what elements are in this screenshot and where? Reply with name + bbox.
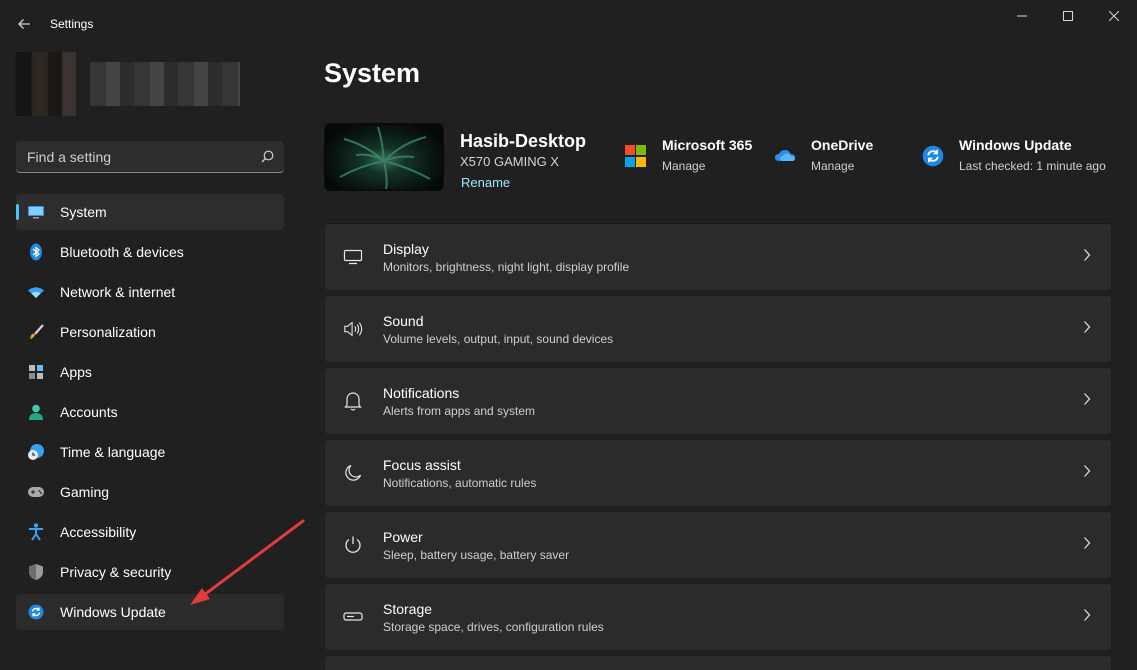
card-subtitle: Notifications, automatic rules xyxy=(383,475,537,490)
brush-icon xyxy=(27,323,45,341)
settings-card-power[interactable]: Power Sleep, battery usage, battery save… xyxy=(324,511,1112,579)
settings-card-focus-assist[interactable]: Focus assist Notifications, automatic ru… xyxy=(324,439,1112,507)
sidebar-item-network-internet[interactable]: Network & internet xyxy=(16,274,284,310)
chevron-right-icon xyxy=(1083,320,1091,337)
back-button[interactable] xyxy=(9,9,39,39)
card-subtitle: Volume levels, output, input, sound devi… xyxy=(383,331,614,346)
sidebar-item-system[interactable]: System xyxy=(16,194,284,230)
person-icon xyxy=(27,403,45,421)
update-icon xyxy=(922,145,944,167)
maximize-icon xyxy=(1063,11,1073,21)
minimize-button[interactable] xyxy=(999,0,1045,32)
chevron-right-icon xyxy=(1083,536,1091,553)
accessibility-icon xyxy=(27,523,45,541)
sidebar-item-label: Network & internet xyxy=(60,284,176,300)
quick-link-subtitle: Last checked: 1 minute ago xyxy=(959,159,1106,173)
search-icon[interactable] xyxy=(261,150,274,163)
profile-name-redacted xyxy=(90,62,240,106)
annotation-arrow-icon xyxy=(190,519,305,605)
settings-card-display[interactable]: Display Monitors, brightness, night ligh… xyxy=(324,223,1112,291)
moon-icon xyxy=(343,463,363,483)
card-subtitle: Storage space, drives, configuration rul… xyxy=(383,619,604,634)
arrow-left-icon xyxy=(18,19,30,29)
sidebar-item-apps[interactable]: Apps xyxy=(16,354,284,390)
page-title: System xyxy=(324,58,421,88)
chevron-right-icon xyxy=(1083,248,1091,265)
sidebar-item-label: Accounts xyxy=(60,404,118,420)
clock-globe-icon xyxy=(27,443,45,461)
settings-card-storage[interactable]: Storage Storage space, drives, configura… xyxy=(324,583,1112,651)
settings-card-notifications[interactable]: Notifications Alerts from apps and syste… xyxy=(324,367,1112,435)
close-button[interactable] xyxy=(1091,0,1137,32)
card-title: Notifications xyxy=(383,384,460,401)
card-title: Focus assist xyxy=(383,456,461,473)
quick-link-windows-update[interactable]: Windows Update Last checked: 1 minute ag… xyxy=(922,137,1106,173)
card-title: Display xyxy=(383,240,429,257)
sidebar-item-label: Personalization xyxy=(60,324,156,340)
sidebar-item-label: Gaming xyxy=(60,484,110,500)
chevron-right-icon xyxy=(1083,392,1091,409)
device-name: Hasib-Desktop xyxy=(460,131,587,151)
bluetooth-icon xyxy=(27,243,45,261)
sidebar-item-label: Privacy & security xyxy=(60,564,172,580)
shield-icon xyxy=(27,563,45,581)
quick-link-title: OneDrive xyxy=(811,137,874,153)
quick-link-title: Microsoft 365 xyxy=(662,137,753,153)
sidebar-item-label: Accessibility xyxy=(60,524,137,540)
sidebar-item-label: Apps xyxy=(60,364,92,380)
card-title: Power xyxy=(383,528,423,545)
quick-link-subtitle: Manage xyxy=(811,159,855,173)
apps-icon xyxy=(27,363,45,381)
card-title: Sound xyxy=(383,312,424,329)
storage-drive-icon xyxy=(343,607,363,627)
title-bar: Settings xyxy=(0,0,1137,48)
speaker-icon xyxy=(343,319,363,339)
settings-card-list: Display Monitors, brightness, night ligh… xyxy=(324,223,1112,670)
settings-card-sound[interactable]: Sound Volume levels, output, input, soun… xyxy=(324,295,1112,363)
sidebar-item-bluetooth-devices[interactable]: Bluetooth & devices xyxy=(16,234,284,270)
quick-link-microsoft-365[interactable]: Microsoft 365 Manage xyxy=(625,137,752,173)
sidebar-item-label: Windows Update xyxy=(60,604,166,620)
card-subtitle: Alerts from apps and system xyxy=(383,403,536,418)
quick-link-onedrive[interactable]: OneDrive Manage xyxy=(774,137,873,173)
user-profile[interactable] xyxy=(16,52,240,116)
device-model: X570 GAMING X xyxy=(460,154,559,169)
onedrive-cloud-icon xyxy=(775,150,795,161)
card-subtitle: Sleep, battery usage, battery saver xyxy=(383,547,570,562)
quick-link-subtitle: Manage xyxy=(662,159,706,173)
avatar xyxy=(16,52,76,116)
sidebar-item-label: Bluetooth & devices xyxy=(60,244,184,260)
microsoft-logo-icon xyxy=(625,145,647,167)
sidebar-item-label: Time & language xyxy=(60,444,166,460)
maximize-button[interactable] xyxy=(1045,0,1091,32)
wifi-icon xyxy=(27,283,45,301)
quick-link-title: Windows Update xyxy=(959,137,1072,153)
chevron-right-icon xyxy=(1083,608,1091,625)
sidebar-item-accounts[interactable]: Accounts xyxy=(16,394,284,430)
app-title: Settings xyxy=(50,17,94,31)
card-subtitle: Monitors, brightness, night light, displ… xyxy=(383,259,630,274)
update-icon xyxy=(27,603,45,621)
bell-icon xyxy=(343,391,363,411)
search-input[interactable] xyxy=(27,148,247,165)
display-icon xyxy=(343,247,363,267)
card-title: Storage xyxy=(383,600,433,617)
rename-link[interactable]: Rename xyxy=(461,175,510,190)
sidebar-item-label: System xyxy=(60,204,107,220)
sidebar-item-gaming[interactable]: Gaming xyxy=(16,474,284,510)
chevron-right-icon xyxy=(1083,464,1091,481)
gamepad-icon xyxy=(27,483,45,501)
power-icon xyxy=(343,535,363,555)
minimize-icon xyxy=(1017,15,1027,17)
sidebar-item-time-language[interactable]: Time & language xyxy=(16,434,284,470)
settings-card-next-partial[interactable] xyxy=(324,655,1112,670)
close-icon xyxy=(1109,11,1119,21)
search-box xyxy=(16,141,284,173)
monitor-icon xyxy=(27,203,45,221)
sidebar-item-personalization[interactable]: Personalization xyxy=(16,314,284,350)
device-wallpaper-thumbnail xyxy=(324,123,444,191)
window-controls xyxy=(999,0,1137,32)
